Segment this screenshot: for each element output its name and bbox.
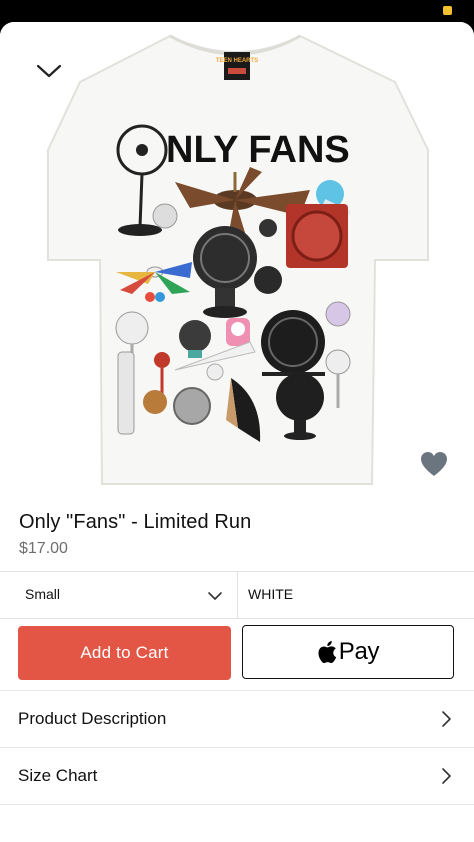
collapse-button[interactable] [34, 60, 64, 82]
product-description-label: Product Description [18, 709, 167, 728]
shirt-tag-line1: TEEN HEARTS [216, 58, 258, 64]
size-dropdown[interactable]: Small [0, 572, 237, 618]
shirt-print-title: NLY FANS [166, 129, 350, 171]
chevron-right-icon [442, 711, 451, 727]
product-description-row[interactable]: Product Description [0, 690, 474, 747]
size-chart-label: Size Chart [18, 766, 98, 785]
chevron-right-icon [442, 768, 451, 784]
tshirt-illustration: TEEN HEARTS NLY FANS [47, 34, 429, 485]
battery-icon [443, 6, 452, 15]
add-to-cart-button[interactable]: Add to Cart [18, 626, 231, 680]
product-image: TEEN HEARTS NLY FANS [0, 22, 474, 508]
add-to-cart-label: Add to Cart [80, 643, 169, 662]
product-title: Only "Fans" - Limited Run [19, 511, 252, 533]
apple-pay-label: Pay [338, 638, 380, 665]
color-selector[interactable]: WHITE [238, 572, 474, 618]
chevron-down-icon [208, 592, 222, 600]
favorite-button[interactable] [419, 450, 449, 478]
apple-logo-icon [318, 641, 336, 663]
product-sheet: TEEN HEARTS NLY FANS Only "Fans" - Limit… [0, 22, 474, 842]
size-value: Small [25, 586, 61, 602]
heart-icon [421, 452, 447, 476]
variant-selector-row: Small WHITE [0, 571, 474, 619]
status-bar [0, 0, 474, 22]
chevron-down-icon [36, 64, 62, 78]
size-chart-row[interactable]: Size Chart [0, 747, 474, 805]
product-price: $17.00 [19, 540, 68, 557]
color-value: WHITE [248, 586, 294, 602]
apple-pay-button[interactable]: Pay [242, 625, 454, 679]
